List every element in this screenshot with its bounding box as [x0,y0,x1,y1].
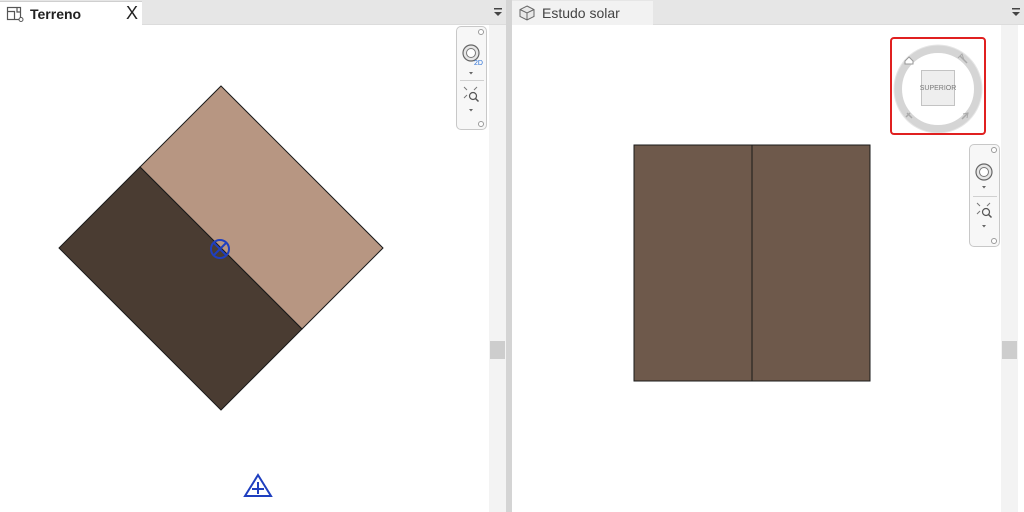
navbar-right-close-dot[interactable] [991,147,997,153]
viewcube-highlight-box [890,37,986,135]
left-scrollbar-thumb[interactable] [490,341,505,359]
zoom-region-icon[interactable] [457,83,486,117]
zoom-region-icon-right[interactable] [970,199,999,233]
steering-wheel-icon[interactable] [970,157,999,195]
right-vertical-scrollbar[interactable] [1001,25,1018,512]
mode-2d-label: 2D [474,60,483,67]
navbar-close-dot[interactable] [478,29,484,35]
terreno-drawing-canvas[interactable] [0,0,506,512]
terreno-view-pane[interactable]: Terreno X 2D [0,0,506,512]
project-base-point-icon[interactable] [243,473,273,497]
navbar-right-options-dot[interactable] [991,238,997,244]
navbar-options-dot[interactable] [478,121,484,127]
left-vertical-scrollbar[interactable] [489,25,506,512]
steering-wheel-2d-icon[interactable]: 2D [457,39,486,79]
navigation-bar-left[interactable]: 2D [456,26,487,130]
building-right-half[interactable] [751,144,871,382]
right-scrollbar-thumb[interactable] [1002,341,1017,359]
building-left-half[interactable] [633,144,753,382]
navigation-bar-right[interactable] [969,144,1000,247]
